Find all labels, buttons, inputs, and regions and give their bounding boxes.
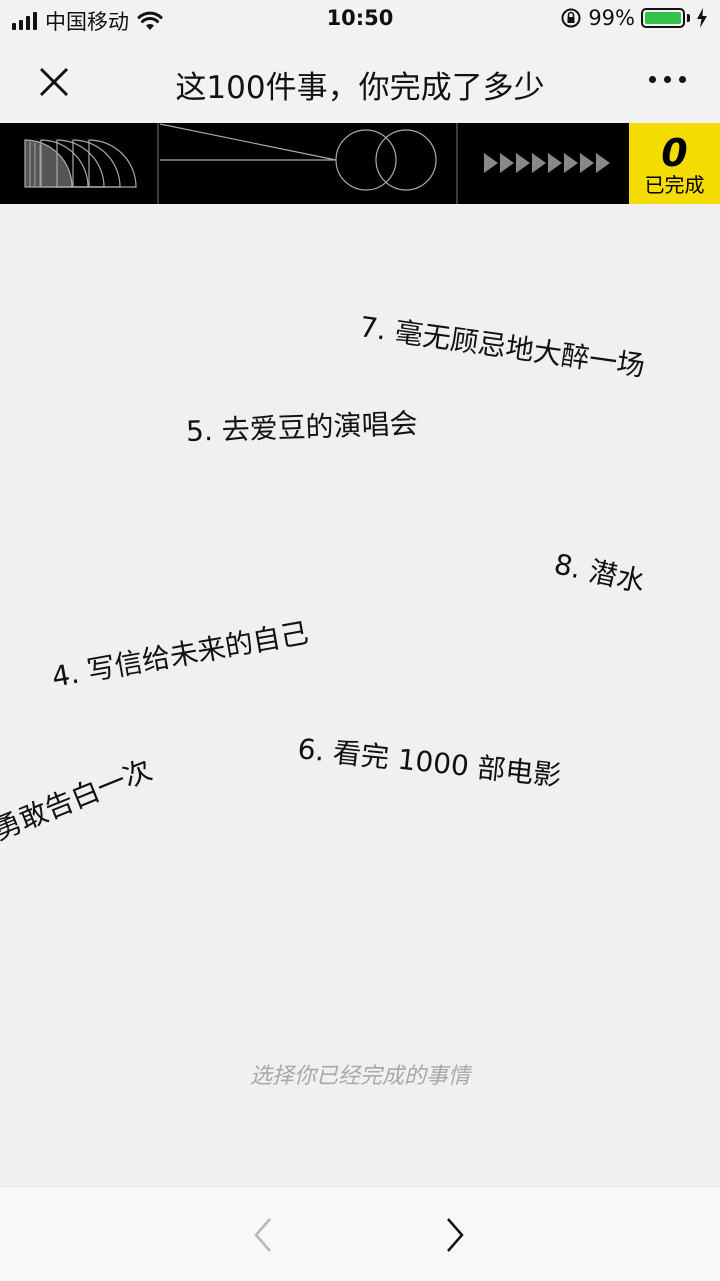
arrows-graphic: [484, 153, 610, 173]
completed-count: 0: [661, 131, 688, 175]
bottom-toolbar: [0, 1186, 720, 1281]
line-circles-graphic: [159, 123, 437, 191]
list-item[interactable]: 勇敢告白一次: [0, 749, 157, 849]
chevron-right-icon[interactable]: [434, 1215, 474, 1255]
hint-text: 选择你已经完成的事情: [249, 1064, 470, 1089]
quarter-circles-graphic: [24, 139, 137, 188]
battery-percent: 99%: [588, 6, 635, 30]
list-item[interactable]: 6. 看完 1000 部电影: [296, 727, 563, 794]
list-item[interactable]: 8. 潜水: [551, 542, 649, 600]
list-item[interactable]: 4. 写信给未来的自己: [49, 611, 312, 695]
status-bar: 中国移动 10:50 99%: [0, 0, 720, 40]
battery-cap: [687, 14, 690, 22]
completed-counter: 0 已完成: [629, 123, 720, 204]
completed-label: 已完成: [644, 173, 705, 197]
status-right: 99%: [560, 6, 708, 30]
more-icon[interactable]: [649, 76, 686, 83]
page-title: 这100件事，你完成了多少: [175, 70, 545, 106]
list-item[interactable]: 5. 去爱豆的演唱会: [185, 402, 418, 450]
nav-bar: 这100件事，你完成了多少: [0, 40, 720, 122]
progress-banner: [0, 123, 720, 204]
charging-icon: [697, 8, 707, 28]
rotation-lock-icon: [561, 8, 581, 28]
banner-graphic: [24, 123, 610, 204]
battery-icon: [641, 8, 685, 28]
list-item[interactable]: 7. 毫无顾忌地大醉一场: [357, 305, 647, 385]
chevron-left-icon[interactable]: [244, 1215, 284, 1255]
